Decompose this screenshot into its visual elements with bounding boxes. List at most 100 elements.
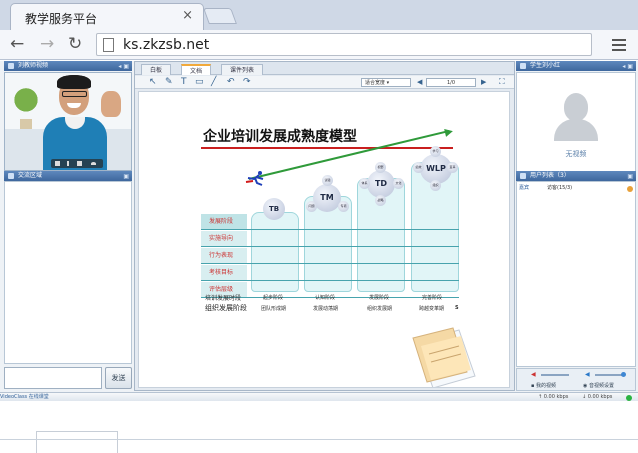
av-settings-button[interactable]: ◉ 音视频设置 [583, 382, 614, 389]
speaker-slider[interactable] [541, 374, 569, 376]
address-bar[interactable]: ks.zkzsb.net [96, 33, 592, 56]
stage-label: 发展阶段 [201, 214, 247, 230]
bubble: 体系 [359, 178, 370, 189]
camera-icon [8, 63, 14, 69]
growth-arrow-head [444, 127, 454, 137]
stage-column: 发展阶段 实施导向 行为表现 考核目标 评估层级 [201, 214, 247, 299]
row-cell: 发展阶段 [369, 295, 390, 301]
panel-controls-icon[interactable]: ◂ ▣ [622, 62, 633, 72]
bubble: 组织 [430, 180, 441, 191]
pointer-icon[interactable]: ↖ [149, 77, 157, 87]
document-panel: 白板 文档 课件列表 ↖ ✎ T ▭ ╱ ↶ ↷ 适合宽度 ▾ ◀ 1/0 ▶ … [134, 61, 515, 391]
teacher-video [4, 72, 132, 171]
browser-tab-bar: 教学服务平台 × [0, 0, 638, 30]
screen-icon[interactable] [77, 161, 82, 166]
panel-controls-icon[interactable]: ◂ ▣ [118, 62, 129, 72]
lower-box [36, 431, 118, 453]
bubble: 战略 [375, 195, 386, 206]
papers-icon [412, 327, 476, 387]
chat-icon [8, 173, 14, 179]
student-video: 无视频 [516, 72, 636, 172]
fullscreen-icon[interactable]: ⛶ [499, 77, 505, 87]
send-button[interactable]: 发送 [105, 367, 132, 389]
runner-icon [245, 171, 264, 186]
user-list: 嘉宾 访客(15/3) [516, 181, 636, 367]
redo-icon[interactable]: ↷ [243, 77, 251, 87]
bubble: 学习 [430, 146, 441, 157]
avatar [564, 93, 588, 121]
mic-icon[interactable] [67, 161, 69, 166]
user-list-header: 用户列表（3） ▣ [516, 171, 636, 181]
status-bar: VideoClass 在线课堂 ↑ 0.00 kbps ↓ 0.00 kbps [0, 392, 638, 401]
teacher-video-title: 刘教师视频 [18, 62, 49, 69]
list-item[interactable]: 嘉宾 访客(15/3) [519, 184, 635, 193]
lower-area [0, 401, 638, 453]
chat-messages[interactable] [4, 181, 132, 364]
row-cell: 起步阶段 [263, 295, 284, 301]
student-video-title: 学生刘小红 [530, 62, 561, 69]
plant-image [13, 88, 39, 122]
chat-title: 交流区域 [18, 172, 43, 179]
document-slide[interactable]: 企业培训发展成熟度模型 发展阶段 实施导向 行为表现 考核目标 评估层级 TB … [138, 91, 510, 388]
bubble: 变革 [447, 162, 458, 173]
user-role: 嘉宾 [519, 185, 530, 191]
media-controls: ◀ ◀ ▪ 我的视频 ◉ 音视频设置 [516, 368, 636, 391]
browser-tab[interactable]: 教学服务平台 × [10, 3, 204, 30]
bubble: 试验 [322, 175, 333, 186]
tab-courseware[interactable]: 课件列表 [221, 64, 264, 75]
browser-toolbar: ← → ↻ ks.zkzsb.net [0, 30, 638, 60]
page-indicator[interactable]: 1/0 [426, 78, 476, 87]
tab-close-icon[interactable]: × [182, 8, 193, 23]
hangup-icon[interactable] [91, 162, 96, 165]
mic-level-icon: ◀ [585, 371, 590, 378]
video-controls[interactable] [51, 159, 103, 168]
row-cell: 组织发展期 [367, 306, 393, 312]
new-tab-button[interactable] [203, 8, 237, 24]
next-page-icon[interactable]: ▶ [481, 77, 486, 87]
forward-arrow-icon[interactable]: → [40, 35, 54, 53]
line-icon[interactable]: ╱ [211, 77, 216, 87]
chat-input[interactable] [4, 367, 102, 389]
url-text[interactable]: ks.zkzsb.net [123, 37, 209, 53]
no-video-label: 无视频 [565, 150, 587, 158]
my-camera-button[interactable]: ▪ 我的视频 [531, 382, 556, 389]
bubble: 问题 [306, 201, 317, 212]
menu-icon[interactable] [612, 39, 626, 54]
student-video-header: 学生刘小红 ◂ ▣ [516, 61, 636, 71]
zoom-select[interactable]: 适合宽度 ▾ [361, 78, 411, 87]
stage-label: 实施导向 [201, 231, 247, 247]
row-cell: 完善阶段 [422, 295, 443, 301]
tab-document[interactable]: 文档 [181, 64, 212, 75]
reload-icon[interactable]: ↻ [68, 35, 82, 53]
slide-title: 企业培训发展成熟度模型 [203, 129, 357, 145]
speaker-icon: ◀ [531, 371, 536, 378]
row-cell: 认知阶段 [315, 295, 336, 301]
bubble: 文化 [393, 178, 404, 189]
chat-header: 交流区域 ▣ [4, 171, 132, 181]
users-icon [520, 173, 526, 179]
title-rule [201, 147, 453, 149]
tab-title: 教学服务平台 [25, 12, 98, 26]
rectangle-icon[interactable]: ▭ [195, 77, 204, 87]
node-tb: TB [263, 198, 285, 220]
stage-label: 考核目标 [201, 265, 247, 281]
bubble: 绩效 [413, 162, 424, 173]
row-label: 组织发展阶段 [205, 304, 247, 312]
user-list-title: 用户列表（3） [530, 172, 570, 179]
classroom-app: 刘教师视频 ◂ ▣ 交流区域 ▣ 发送 白板 文档 课件列表 ↖ ✎ T ▭ ╱… [0, 61, 638, 453]
tab-whiteboard[interactable]: 白板 [141, 64, 172, 75]
pen-icon[interactable]: ✎ [165, 77, 173, 87]
prev-page-icon[interactable]: ◀ [417, 77, 422, 87]
back-arrow-icon[interactable]: ← [10, 35, 24, 53]
undo-icon[interactable]: ↶ [227, 77, 235, 87]
snapshot-icon[interactable] [55, 161, 60, 166]
mic-slider[interactable] [595, 374, 623, 376]
camera-icon [520, 63, 526, 69]
waving-hand [101, 91, 121, 117]
mic-slider-handle[interactable] [621, 372, 626, 377]
avatar-body [554, 119, 598, 141]
node-td: TD [367, 170, 395, 198]
node-tm: TM [313, 184, 341, 212]
text-icon[interactable]: T [181, 77, 187, 87]
teacher-video-header: 刘教师视频 ◂ ▣ [4, 61, 132, 71]
